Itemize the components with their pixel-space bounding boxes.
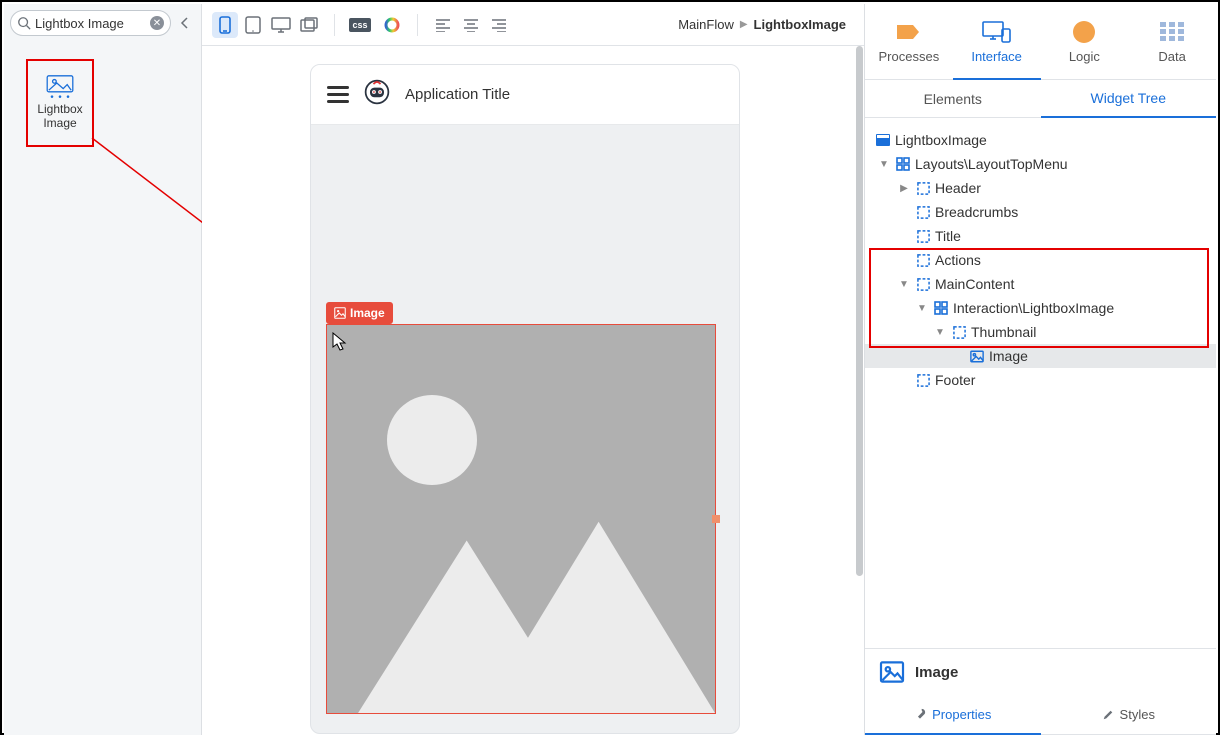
logic-icon [1073, 21, 1095, 43]
align-group [430, 12, 512, 38]
cursor-icon [332, 332, 348, 352]
widget-tree: LightboxImage ▼Layouts\LayoutTopMenu ▶He… [865, 118, 1216, 648]
tab-interface[interactable]: Interface [953, 4, 1041, 80]
image-icon [334, 307, 346, 319]
canvas-column: css MainFlow ▶ LightboxImage Application… [202, 4, 864, 735]
image-placeholder[interactable] [326, 324, 716, 714]
tree-image[interactable]: Image [865, 344, 1216, 368]
canvas-toolbar: css MainFlow ▶ LightboxImage [202, 4, 864, 46]
search-icon [17, 16, 31, 30]
tab-data[interactable]: Data [1128, 4, 1216, 80]
separator [417, 14, 418, 36]
breadcrumb: MainFlow ▶ LightboxImage [678, 17, 854, 32]
placeholder-icon [951, 324, 967, 340]
wrench-icon [914, 708, 926, 720]
color-ring-icon [383, 16, 401, 34]
tree-breadcrumbs[interactable]: Breadcrumbs [865, 200, 1216, 224]
chevron-right-icon: ▶ [740, 19, 748, 30]
placeholder-icon [915, 252, 931, 268]
css-button[interactable]: css [347, 12, 373, 38]
interface-icon [982, 19, 1012, 45]
device-desktop-button[interactable] [268, 12, 294, 38]
tab-styles[interactable]: Styles [1041, 695, 1217, 734]
image-icon [969, 348, 985, 364]
toolbox-widget-lightbox-image[interactable]: LightboxImage [26, 59, 94, 147]
preview-header: Application Title [311, 65, 739, 125]
tree-thumbnail[interactable]: ▼Thumbnail [865, 320, 1216, 344]
tree-toggle[interactable]: ▶ [897, 183, 911, 194]
menu-icon[interactable] [327, 86, 349, 103]
placeholder-icon [915, 276, 931, 292]
search-value: Lightbox Image [35, 16, 146, 31]
block-icon [933, 300, 949, 316]
placeholder-icon [915, 372, 931, 388]
tab-properties[interactable]: Properties [865, 695, 1041, 735]
clear-icon[interactable]: ✕ [150, 16, 164, 30]
tree-toggle[interactable]: ▼ [933, 327, 947, 338]
layer-tabs: Processes Interface Logic Data [865, 4, 1216, 80]
device-phone-button[interactable] [212, 12, 238, 38]
toolbox-panel: Lightbox Image ✕ LightboxImage [4, 4, 202, 735]
processes-icon [895, 19, 923, 45]
placeholder-mountains-icon [327, 488, 715, 713]
collapse-left-button[interactable] [175, 12, 195, 34]
tree-toggle[interactable]: ▼ [915, 303, 929, 314]
canvas[interactable]: Application Title Image [202, 46, 864, 735]
breadcrumb-current[interactable]: LightboxImage [754, 17, 846, 32]
tab-processes[interactable]: Processes [865, 4, 953, 80]
device-preview-group [212, 12, 322, 38]
align-center-button[interactable] [458, 12, 484, 38]
resize-handle[interactable] [712, 515, 720, 523]
widget-label: LightboxImage [37, 103, 82, 131]
breadcrumb-mainflow[interactable]: MainFlow [678, 17, 734, 32]
align-left-button[interactable] [430, 12, 456, 38]
theme-editor-button[interactable] [379, 12, 405, 38]
placeholder-icon [915, 228, 931, 244]
toolbox-search[interactable]: Lightbox Image ✕ [10, 10, 171, 36]
tab-widget-tree[interactable]: Widget Tree [1041, 80, 1217, 118]
selection-tag[interactable]: Image [326, 302, 393, 324]
screen-icon [875, 132, 891, 148]
tree-maincontent[interactable]: ▼MainContent [865, 272, 1216, 296]
tree-root[interactable]: LightboxImage [865, 128, 1216, 152]
placeholder-sun-icon [387, 395, 477, 485]
tab-elements[interactable]: Elements [865, 80, 1041, 117]
tree-toggle[interactable]: ▼ [897, 279, 911, 290]
tab-logic[interactable]: Logic [1041, 4, 1129, 80]
tree-tabs: Elements Widget Tree [865, 80, 1216, 118]
toolbox-search-wrap: Lightbox Image ✕ [10, 10, 195, 36]
tree-footer[interactable]: Footer [865, 368, 1216, 392]
image-icon [879, 661, 905, 683]
chevron-left-icon [180, 17, 190, 29]
brush-icon [1102, 709, 1114, 721]
app-title: Application Title [405, 86, 510, 103]
device-window-button[interactable] [296, 12, 322, 38]
right-panel: Processes Interface Logic Data Elements … [864, 4, 1216, 735]
data-icon [1160, 19, 1184, 45]
block-icon [895, 156, 911, 172]
tree-actions[interactable]: Actions [865, 248, 1216, 272]
properties-header: Image [865, 648, 1216, 695]
tree-lightbox[interactable]: ▼Interaction\LightboxImage [865, 296, 1216, 320]
tree-header[interactable]: ▶Header [865, 176, 1216, 200]
scrollbar[interactable] [856, 46, 863, 576]
device-tablet-button[interactable] [240, 12, 266, 38]
placeholder-icon [915, 180, 931, 196]
property-tabs: Properties Styles [865, 695, 1216, 735]
tree-toggle[interactable]: ▼ [877, 159, 891, 170]
placeholder-icon [915, 204, 931, 220]
tree-title[interactable]: Title [865, 224, 1216, 248]
align-right-button[interactable] [486, 12, 512, 38]
tree-layout[interactable]: ▼Layouts\LayoutTopMenu [865, 152, 1216, 176]
lightbox-image-icon [43, 75, 77, 99]
app-logo-icon [363, 78, 391, 111]
separator [334, 14, 335, 36]
